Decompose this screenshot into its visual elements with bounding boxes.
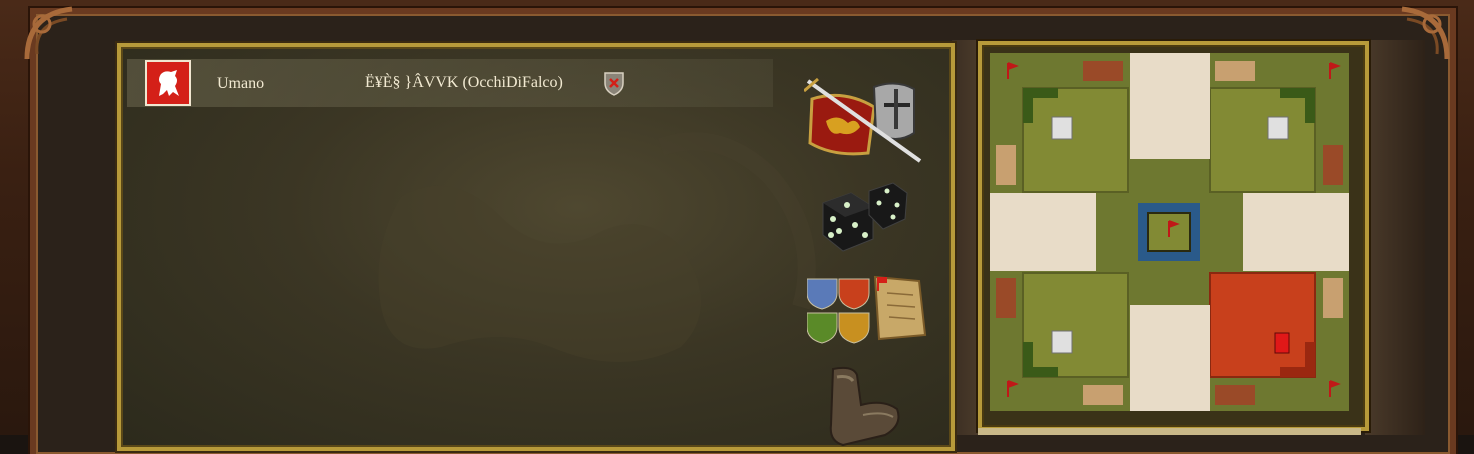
- game-window: Umano Ë¥È§ }ÂVVK (OcchiDiFalco): [0, 0, 1474, 454]
- celtic-knot-corner-icon: [22, 4, 82, 64]
- team-shields-scroll-icon: [806, 275, 927, 344]
- kick-player-icon[interactable]: [603, 71, 625, 97]
- lobby-player-panel: Umano Ë¥È§ }ÂVVK (OcchiDiFalco): [117, 43, 955, 451]
- dice-icon: [822, 182, 908, 252]
- sword-shield-helmet-icon: [803, 77, 922, 163]
- teams-button[interactable]: [806, 275, 931, 347]
- right-frame-fill: [1365, 40, 1425, 435]
- player-nickname: Ë¥È§ }ÂVVK (OcchiDiFalco): [365, 74, 563, 91]
- panel-divider: [952, 40, 978, 435]
- map-bottom-strip: [978, 428, 1361, 435]
- map-preview[interactable]: [978, 41, 1369, 431]
- player-faction-label: Umano: [217, 75, 265, 92]
- lion-crest-icon[interactable]: [145, 60, 191, 106]
- game-settings-button[interactable]: [803, 77, 924, 167]
- randomize-button[interactable]: [817, 179, 913, 255]
- map-layout-diagram: [990, 53, 1349, 411]
